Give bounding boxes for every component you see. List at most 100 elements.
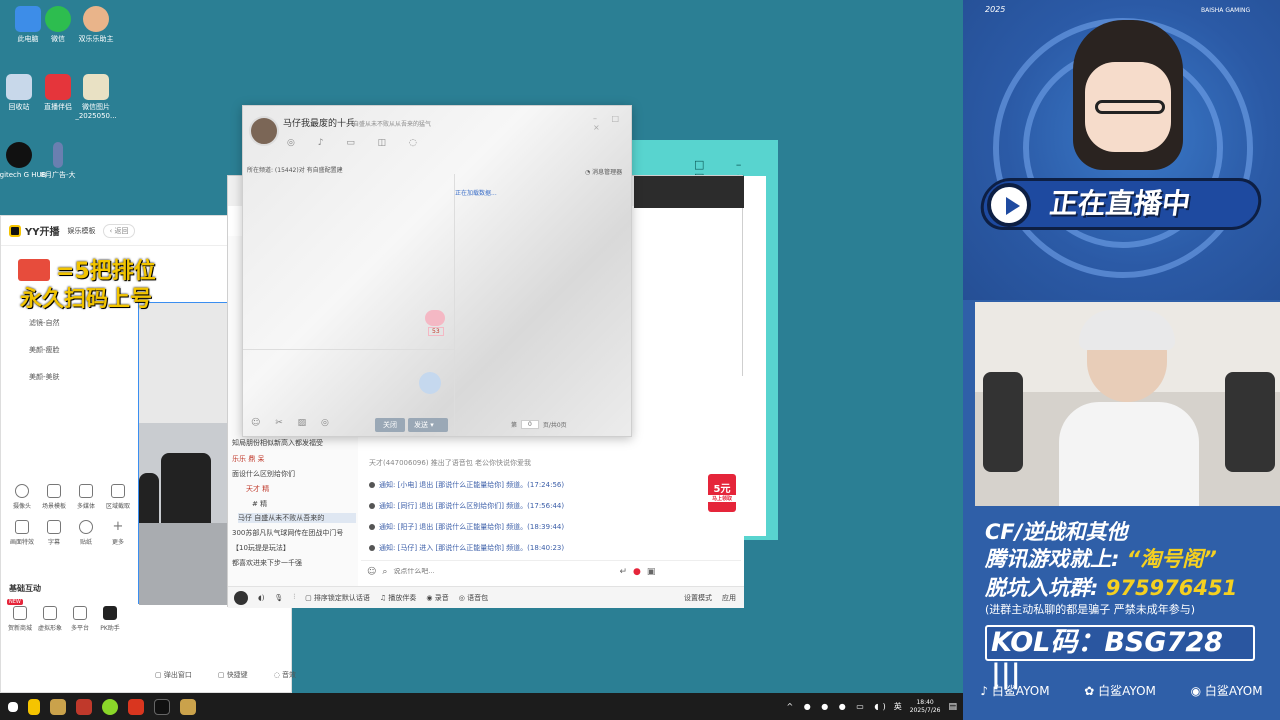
list-item[interactable]: 300苏部凡队气球网传在团战中门号 [232, 528, 343, 538]
yy-footer: ▢ 弹出窗口 ▢ 快捷键 ◌ 音效 [155, 670, 305, 680]
beauty-skin[interactable]: 美颜-美肤 [29, 372, 60, 382]
mic-icon[interactable]: 🎙 [274, 594, 283, 602]
window-controls[interactable]: – □ × [593, 114, 633, 132]
list-item[interactable]: 都喜欢进来下步一千强 [232, 558, 302, 568]
system-tray[interactable]: ^ ● ● ● ▭ ◖) [786, 702, 889, 711]
message-manager-button[interactable]: ◔ 消息管理器 [585, 167, 622, 176]
new-badge: NEW [7, 599, 23, 605]
mode-button[interactable]: 设置模式 [684, 593, 712, 603]
info-line: 脱坑入坑群: 975976451 [985, 576, 1238, 600]
desktop-icon-label: 回收站 [8, 103, 30, 111]
game-taskbar-icon[interactable] [180, 698, 196, 715]
desktop-icon-game[interactable]: 双乐乐助主 [68, 6, 124, 44]
sticker-tool[interactable]: 贴纸 [73, 520, 99, 546]
speaker-icon[interactable]: ◖) [258, 594, 264, 602]
apply-button[interactable]: 应用 [722, 593, 736, 603]
gift-icon[interactable]: ▣ [647, 567, 656, 577]
list-item[interactable]: 乐乐 鼎 呆 [232, 454, 264, 464]
chat-input[interactable] [393, 568, 614, 575]
media-tool[interactable]: 多媒体 [73, 484, 99, 510]
desktop-icon-label: 微信 [51, 35, 65, 43]
mall-tool[interactable]: 贺新商城 [7, 606, 33, 632]
chat-messages: 天才(447006096) 推出了语音包 老公你快说你爱我 通知: [小电] 退… [361, 446, 741, 556]
close-button[interactable]: 关闭 [375, 418, 405, 432]
effect-tool[interactable]: 画面特效 [9, 520, 35, 546]
browser-taskbar-icon[interactable] [102, 698, 118, 715]
subtitle-icon [47, 520, 61, 534]
gift-banner[interactable]: 5元 马上领取 [708, 474, 736, 512]
taskbar: ^ ● ● ● ▭ ◖) 英 18:40 2025/7/26 ▤ [0, 693, 963, 720]
windows-start-icon[interactable] [8, 701, 18, 712]
logitech-taskbar-icon[interactable] [154, 698, 170, 715]
template-mode[interactable]: 娱乐模板 [67, 226, 95, 236]
avatar-icon [83, 6, 109, 32]
sort-lock-button[interactable]: ▢ 排序锁定默认话语 [305, 593, 370, 603]
image-file-icon [83, 74, 109, 100]
chat-input-row: ☺ ⌕ ↵ ● ▣ [361, 560, 741, 582]
popup-input-tools[interactable]: ☺ ✂ ▨ ◎ [251, 418, 335, 428]
scene-tool[interactable]: 场景模板 [41, 484, 67, 510]
mixer-icon[interactable]: ⫶ [293, 593, 295, 602]
list-item[interactable]: # 精 [252, 499, 267, 509]
more-tool[interactable]: + 更多 [105, 519, 131, 547]
yy-taskbar-icon[interactable] [28, 698, 40, 715]
popup-header: 马仔我最废的十兵 自盛从未不败从从吾来的猛气 ◎ ♪ ▭ ◫ ◌ – □ × [243, 106, 633, 161]
record-button[interactable]: ◉ 录音 [426, 593, 448, 603]
input-divider [243, 349, 454, 350]
desktop-icon-label: 8月广告-大 [40, 171, 76, 179]
send-button[interactable]: 发送 ▾ [408, 418, 448, 432]
camera-tool[interactable]: 摄像头 [9, 484, 35, 510]
pk-tool[interactable]: PK助手 [97, 606, 123, 632]
hotkey-button[interactable]: ▢ 快捷键 [218, 670, 248, 680]
desktop-icon-label: 微信图片_2025050... [75, 103, 117, 120]
game-taskbar-icon[interactable] [50, 698, 66, 715]
desktop-icon-ad[interactable]: 8月广告-大 [30, 142, 86, 180]
search-icon[interactable]: ⌕ [382, 567, 387, 577]
user-avatar[interactable] [234, 590, 248, 605]
accompaniment-button[interactable]: ♫ 播放伴奏 [380, 593, 417, 603]
ghub-taskbar-icon[interactable] [128, 698, 144, 715]
logitech-icon [6, 142, 32, 168]
emoji-icon[interactable]: ☺ [367, 567, 376, 577]
page-input[interactable]: 0 [521, 420, 539, 429]
mall-icon [13, 606, 27, 620]
enter-icon[interactable]: ↵ [619, 567, 627, 577]
social-handles: ♪ 白鲨AYOM ✿ 白鲨AYOM ◉ 白鲨AYOM [963, 682, 1280, 702]
list-item[interactable]: 天才 精 [246, 484, 269, 494]
notification-icon[interactable]: ▤ [948, 702, 957, 712]
app-taskbar-icon[interactable] [76, 698, 92, 715]
capture-tool[interactable]: 区域截取 [105, 484, 131, 510]
webcam-chair [1225, 372, 1275, 472]
list-item[interactable]: 【10玩提是玩法】 [232, 543, 290, 553]
preview-wall [139, 303, 229, 423]
voice-input-icon[interactable] [419, 372, 441, 394]
kuaishou-handle: ✿ 白鲨AYOM [1084, 684, 1156, 698]
popup-toolbar[interactable]: ◎ ♪ ▭ ◫ ◌ [287, 138, 427, 148]
desktop-icon-image[interactable]: 微信图片_2025050... [68, 74, 124, 121]
list-item[interactable]: 知局朋份相似新高入都发福受 [232, 438, 323, 448]
back-label: 返回 [114, 226, 129, 235]
sound-button[interactable]: ◌ 音效 [274, 670, 296, 680]
avatar-tool[interactable]: 虚拟形象 [37, 606, 63, 632]
multiplatform-tool[interactable]: 多平台 [67, 606, 93, 632]
heart-icon[interactable] [425, 310, 445, 326]
popout-button[interactable]: ▢ 弹出窗口 [155, 670, 192, 680]
subtitle-tool[interactable]: 字幕 [41, 520, 67, 546]
beauty-face[interactable]: 美颜-瘦脸 [29, 345, 60, 355]
private-chat-popup[interactable]: 马仔我最废的十兵 自盛从未不败从从吾来的猛气 ◎ ♪ ▭ ◫ ◌ – □ × 所… [242, 105, 632, 437]
info-icon [369, 545, 375, 551]
chat-video-header [634, 176, 744, 208]
user-avatar[interactable] [249, 116, 279, 146]
plus-icon: + [112, 519, 124, 534]
chat-message: 通知: [小电] 退出 [那说什么正能量给你] 频道。(17:24:56) [369, 480, 564, 490]
voice-pack-button[interactable]: ◎ 语音包 [459, 593, 488, 603]
yy-logo-icon [9, 224, 21, 237]
list-item-selected[interactable]: 马仔 自盛从未不败从吾来的 [238, 513, 356, 523]
info-icon [369, 482, 375, 488]
clock[interactable]: 18:40 2025/7/26 [910, 699, 941, 715]
filter-natural[interactable]: 滤镜-自然 [29, 318, 60, 328]
ime-indicator[interactable]: 英 [894, 701, 902, 712]
microphone-icon[interactable]: ● [633, 567, 641, 577]
list-item[interactable]: 面设什么区别给你们 [232, 469, 295, 479]
back-button[interactable]: ‹ 返回 [103, 223, 135, 238]
